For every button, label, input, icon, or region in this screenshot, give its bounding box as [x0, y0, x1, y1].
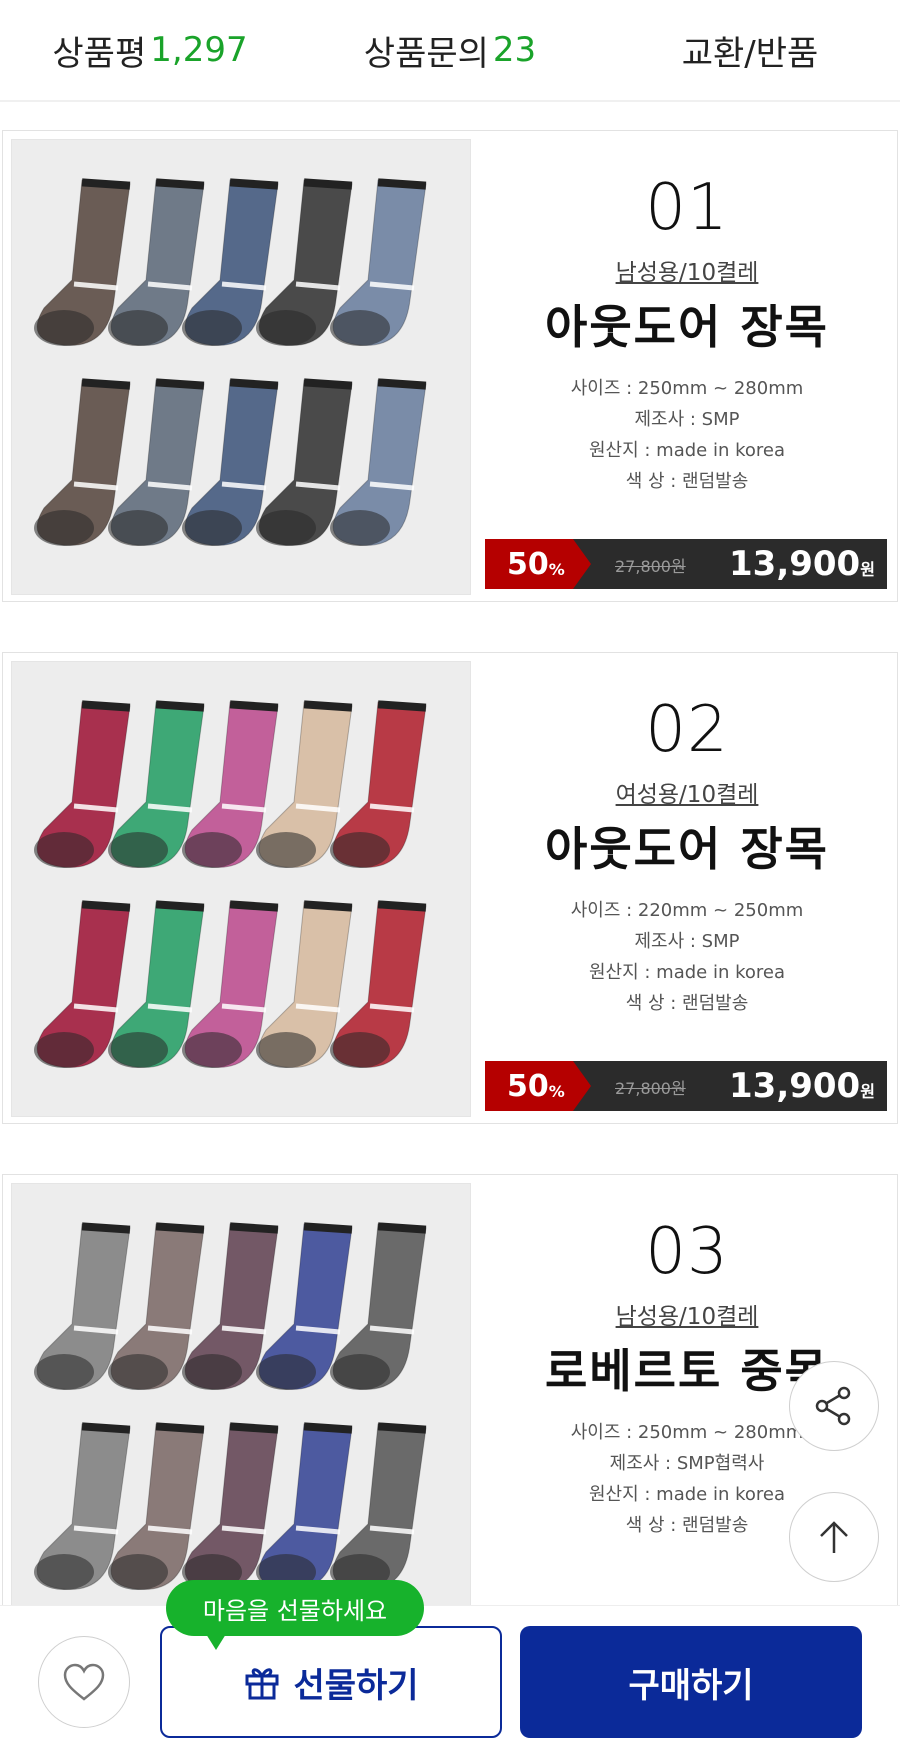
product-image-2 [11, 661, 471, 1117]
price-bar: 50% 27,800원 13,900원 [485, 1061, 887, 1111]
product-number: 01 [645, 171, 729, 245]
discount-arrow [573, 539, 591, 589]
product-info-1: 01 남성용/10켤레 아웃도어 장목 사이즈 : 250mm ~ 280mm … [483, 131, 891, 603]
tab-exchange-return[interactable]: 교환/반품 [600, 0, 900, 100]
product-image-3 [11, 1183, 471, 1639]
discount-rate: 50 [507, 546, 549, 582]
product-category: 여성용/10켤레 [615, 782, 759, 808]
review-tabs: 상품평 1,297 상품문의 23 교환/반품 [0, 0, 900, 102]
product-card-3[interactable]: 03 남성용/10켤레 로베르토 중목 사이즈 : 250mm ~ 280mm … [2, 1174, 898, 1646]
buy-button[interactable]: 구매하기 [520, 1626, 862, 1738]
product-image-1 [11, 139, 471, 595]
sale-price-value: 13,900 [729, 544, 861, 584]
product-name: 아웃도어 장목 [545, 300, 829, 354]
discount-rate: 50 [507, 1068, 549, 1104]
tab-inquiries-label: 상품문의 [363, 33, 489, 74]
gift-button-label: 선물하기 [293, 1665, 419, 1706]
tab-exchange-label: 교환/반품 [681, 33, 819, 74]
wishlist-button[interactable] [38, 1636, 130, 1728]
product-card-1[interactable]: 01 남성용/10켤레 아웃도어 장목 사이즈 : 250mm ~ 280mm … [2, 130, 898, 602]
scroll-top-button[interactable] [789, 1492, 879, 1582]
discount-badge: 50% [485, 1061, 573, 1111]
share-icon [815, 1386, 851, 1426]
product-name: 아웃도어 장목 [545, 822, 829, 876]
bottom-action-bar: 선물하기 구매하기 [0, 1605, 900, 1755]
spec-origin: 원산지 : made in korea [588, 962, 785, 983]
sale-price: 13,900원 [729, 544, 875, 584]
heart-icon [63, 1663, 105, 1701]
product-card-2[interactable]: 02 여성용/10켤레 아웃도어 장목 사이즈 : 220mm ~ 250mm … [2, 652, 898, 1124]
product-specs: 사이즈 : 220mm ~ 250mm 제조사 : SMP 원산지 : made… [483, 895, 891, 1019]
sale-price-unit: 원 [860, 560, 875, 579]
spec-maker: 제조사 : SMP [634, 931, 740, 952]
original-price: 27,800원 [615, 557, 686, 576]
discount-unit: % [548, 559, 565, 579]
tab-inquiries[interactable]: 상품문의 23 [300, 0, 600, 100]
buy-button-label: 구매하기 [628, 1665, 754, 1706]
product-category: 남성용/10켤레 [615, 1304, 759, 1330]
spec-maker: 제조사 : SMP협력사 [609, 1453, 765, 1474]
spec-origin: 원산지 : made in korea [588, 440, 785, 461]
share-button[interactable] [789, 1361, 879, 1451]
discount-arrow [573, 1061, 591, 1111]
original-price: 27,800원 [615, 1079, 686, 1098]
discount-badge: 50% [485, 539, 573, 589]
spec-maker: 제조사 : SMP [634, 409, 740, 430]
price-bar: 50% 27,800원 13,900원 [485, 539, 887, 589]
product-number: 02 [645, 693, 729, 767]
product-specs: 사이즈 : 250mm ~ 280mm 제조사 : SMP 원산지 : made… [483, 373, 891, 497]
tab-reviews-count: 1,297 [150, 30, 248, 70]
discount-unit: % [548, 1081, 565, 1101]
arrow-up-icon [820, 1521, 848, 1553]
sale-price: 13,900원 [729, 1066, 875, 1106]
tab-reviews-label: 상품평 [52, 33, 147, 74]
tab-reviews[interactable]: 상품평 1,297 [0, 0, 300, 100]
product-category: 남성용/10켤레 [615, 260, 759, 286]
spec-size: 사이즈 : 220mm ~ 250mm [570, 900, 804, 921]
sale-price-unit: 원 [860, 1082, 875, 1101]
tab-inquiries-count: 23 [492, 30, 537, 70]
gift-tooltip: 마음을 선물하세요 [166, 1580, 424, 1650]
spec-color: 색 상 : 랜덤발송 [625, 993, 749, 1014]
sale-price-value: 13,900 [729, 1066, 861, 1106]
spec-color: 색 상 : 랜덤발송 [625, 471, 749, 492]
gift-icon [245, 1668, 279, 1700]
product-info-2: 02 여성용/10켤레 아웃도어 장목 사이즈 : 220mm ~ 250mm … [483, 653, 891, 1125]
product-number: 03 [645, 1215, 729, 1289]
spec-size: 사이즈 : 250mm ~ 280mm [570, 378, 804, 399]
